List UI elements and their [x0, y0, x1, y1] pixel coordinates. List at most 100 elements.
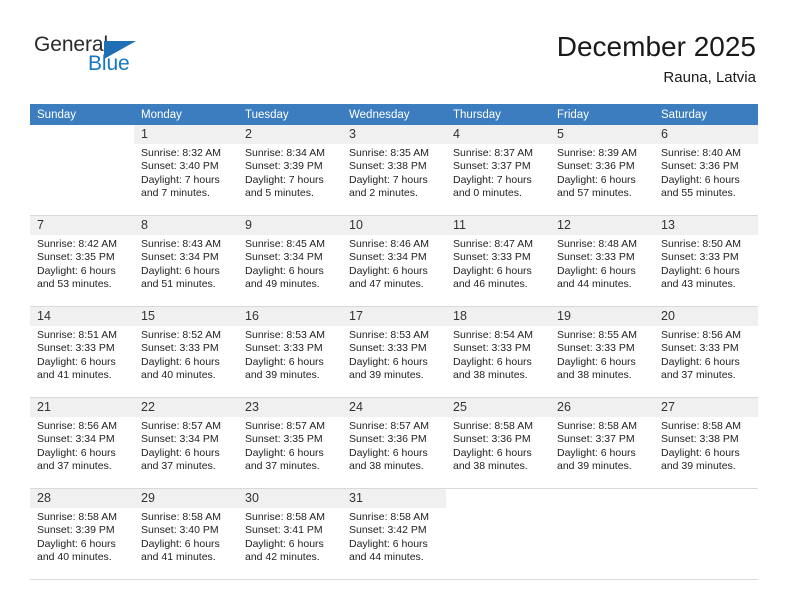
page-title: December 2025 [556, 31, 756, 62]
calendar-day-cell[interactable]: 14 Sunrise: 8:51 AM Sunset: 3:33 PM Dayligh… [30, 306, 134, 398]
sunrise-text: Sunrise: 8:47 AM [453, 238, 533, 250]
calendar-day-cell[interactable]: 16 Sunrise: 8:53 AM Sunset: 3:33 PM Dayligh… [238, 306, 342, 398]
day-number: 27 [654, 398, 758, 417]
daylight-text-line2: and 46 minutes. [453, 277, 528, 290]
sunrise-text: Sunrise: 8:34 AM [245, 147, 325, 159]
sunrise-text: Sunrise: 8:43 AM [141, 238, 221, 250]
weekday-header-tuesday: Tuesday [238, 104, 342, 125]
calendar-day-cell[interactable]: 30 Sunrise: 8:58 AM Sunset: 3:41 PM Dayligh… [238, 488, 342, 580]
calendar-day-cell[interactable]: 31 Sunrise: 8:58 AM Sunset: 3:42 PM Dayligh… [342, 488, 446, 580]
day-number: 29 [134, 489, 238, 508]
calendar-day-cell[interactable]: 18 Sunrise: 8:54 AM Sunset: 3:33 PM Dayligh… [446, 306, 550, 398]
calendar-day-cell[interactable]: 27 Sunrise: 8:58 AM Sunset: 3:38 PM Dayligh… [654, 397, 758, 489]
daylight-text-line1: Daylight: 6 hours [557, 173, 636, 186]
daylight-text-line2: and 41 minutes. [37, 368, 112, 381]
daylight-text-line2: and 40 minutes. [37, 550, 112, 563]
calendar-day-cell[interactable]: 15 Sunrise: 8:52 AM Sunset: 3:33 PM Dayligh… [134, 306, 238, 398]
day-sun-info: Sunrise: 8:53 AM Sunset: 3:33 PM Daylight:… [342, 326, 446, 382]
sunrise-text: Sunrise: 8:53 AM [245, 329, 325, 341]
calendar-week-row: 28 Sunrise: 8:58 AM Sunset: 3:39 PM Dayligh… [30, 488, 758, 580]
calendar-day-cell[interactable]: 11 Sunrise: 8:47 AM Sunset: 3:33 PM Dayligh… [446, 215, 550, 307]
sunset-text: Sunset: 3:34 PM [141, 251, 219, 264]
daylight-text-line2: and 41 minutes. [141, 550, 216, 563]
day-number: 25 [446, 398, 550, 417]
daylight-text-line1: Daylight: 6 hours [661, 355, 740, 368]
day-cell-content: 9 Sunrise: 8:45 AM Sunset: 3:34 PM Daylight… [238, 216, 342, 306]
day-sun-info: Sunrise: 8:50 AM Sunset: 3:33 PM Daylight:… [654, 235, 758, 291]
sunrise-text: Sunrise: 8:56 AM [661, 329, 741, 341]
calendar-day-cell[interactable]: 22 Sunrise: 8:57 AM Sunset: 3:34 PM Dayligh… [134, 397, 238, 489]
brand-logo[interactable]: General Blue [34, 33, 214, 83]
sunrise-text: Sunrise: 8:58 AM [557, 420, 637, 432]
calendar-day-cell[interactable]: 21 Sunrise: 8:56 AM Sunset: 3:34 PM Dayligh… [30, 397, 134, 489]
daylight-text-line1: Daylight: 7 hours [453, 173, 532, 186]
sunset-text: Sunset: 3:33 PM [453, 342, 531, 355]
daylight-text-line2: and 37 minutes. [37, 459, 112, 472]
calendar-day-cell[interactable]: 20 Sunrise: 8:56 AM Sunset: 3:33 PM Dayligh… [654, 306, 758, 398]
sunset-text: Sunset: 3:40 PM [141, 524, 219, 537]
sunrise-text: Sunrise: 8:58 AM [453, 420, 533, 432]
day-number: 12 [550, 216, 654, 235]
calendar-day-cell[interactable]: 17 Sunrise: 8:53 AM Sunset: 3:33 PM Dayligh… [342, 306, 446, 398]
daylight-text-line2: and 39 minutes. [661, 459, 736, 472]
calendar-day-cell[interactable]: 19 Sunrise: 8:55 AM Sunset: 3:33 PM Dayligh… [550, 306, 654, 398]
daylight-text-line2: and 39 minutes. [557, 459, 632, 472]
calendar-day-cell[interactable]: 28 Sunrise: 8:58 AM Sunset: 3:39 PM Dayligh… [30, 488, 134, 580]
daylight-text-line2: and 37 minutes. [141, 459, 216, 472]
day-sun-info: Sunrise: 8:42 AM Sunset: 3:35 PM Daylight:… [30, 235, 134, 291]
day-sun-info: Sunrise: 8:53 AM Sunset: 3:33 PM Daylight:… [238, 326, 342, 382]
weekday-header-saturday: Saturday [654, 104, 758, 125]
calendar-day-cell[interactable]: 23 Sunrise: 8:57 AM Sunset: 3:35 PM Dayligh… [238, 397, 342, 489]
daylight-text-line1: Daylight: 6 hours [453, 355, 532, 368]
calendar-day-cell[interactable]: 24 Sunrise: 8:57 AM Sunset: 3:36 PM Dayligh… [342, 397, 446, 489]
day-cell-content: 7 Sunrise: 8:42 AM Sunset: 3:35 PM Daylight… [30, 216, 134, 306]
brand-name-blue: Blue [88, 52, 130, 75]
calendar-day-cell[interactable]: 3 Sunrise: 8:35 AM Sunset: 3:38 PM Daylight… [342, 125, 446, 216]
calendar-cell-empty [446, 488, 550, 580]
day-sun-info: Sunrise: 8:56 AM Sunset: 3:33 PM Daylight:… [654, 326, 758, 382]
calendar-day-cell[interactable]: 29 Sunrise: 8:58 AM Sunset: 3:40 PM Dayligh… [134, 488, 238, 580]
sunrise-text: Sunrise: 8:58 AM [349, 511, 429, 523]
daylight-text-line2: and 43 minutes. [661, 277, 736, 290]
sunset-text: Sunset: 3:33 PM [349, 342, 427, 355]
calendar-day-cell[interactable]: 26 Sunrise: 8:58 AM Sunset: 3:37 PM Dayligh… [550, 397, 654, 489]
day-cell-content: 1 Sunrise: 8:32 AM Sunset: 3:40 PM Daylight… [134, 125, 238, 215]
day-sun-info: Sunrise: 8:58 AM Sunset: 3:36 PM Daylight:… [446, 417, 550, 473]
day-cell-content: 22 Sunrise: 8:57 AM Sunset: 3:34 PM Dayligh… [134, 398, 238, 488]
daylight-text-line2: and 38 minutes. [349, 459, 424, 472]
sunrise-text: Sunrise: 8:54 AM [453, 329, 533, 341]
calendar-day-cell[interactable]: 12 Sunrise: 8:48 AM Sunset: 3:33 PM Dayligh… [550, 215, 654, 307]
day-number: 9 [238, 216, 342, 235]
page-subtitle: Rauna, Latvia [663, 69, 756, 86]
calendar-day-cell[interactable]: 13 Sunrise: 8:50 AM Sunset: 3:33 PM Dayligh… [654, 215, 758, 307]
calendar-day-cell[interactable]: 6 Sunrise: 8:40 AM Sunset: 3:36 PM Daylight… [654, 125, 758, 216]
day-sun-info: Sunrise: 8:58 AM Sunset: 3:42 PM Daylight:… [342, 508, 446, 564]
calendar-day-cell[interactable]: 4 Sunrise: 8:37 AM Sunset: 3:37 PM Daylight… [446, 125, 550, 216]
sunrise-text: Sunrise: 8:48 AM [557, 238, 637, 250]
sunrise-text: Sunrise: 8:57 AM [349, 420, 429, 432]
daylight-text-line1: Daylight: 6 hours [245, 264, 324, 277]
day-cell-content: 25 Sunrise: 8:58 AM Sunset: 3:36 PM Dayligh… [446, 398, 550, 488]
calendar-day-cell[interactable]: 1 Sunrise: 8:32 AM Sunset: 3:40 PM Daylight… [134, 125, 238, 216]
calendar-day-cell[interactable]: 8 Sunrise: 8:43 AM Sunset: 3:34 PM Daylight… [134, 215, 238, 307]
day-sun-info: Sunrise: 8:37 AM Sunset: 3:37 PM Daylight:… [446, 144, 550, 200]
sunrise-text: Sunrise: 8:50 AM [661, 238, 741, 250]
day-number: 1 [134, 125, 238, 144]
day-number: 10 [342, 216, 446, 235]
day-cell-content: 28 Sunrise: 8:58 AM Sunset: 3:39 PM Dayligh… [30, 489, 134, 579]
calendar-day-cell[interactable]: 9 Sunrise: 8:45 AM Sunset: 3:34 PM Daylight… [238, 215, 342, 307]
calendar-day-cell[interactable]: 7 Sunrise: 8:42 AM Sunset: 3:35 PM Daylight… [30, 215, 134, 307]
calendar-day-cell[interactable]: 5 Sunrise: 8:39 AM Sunset: 3:36 PM Daylight… [550, 125, 654, 216]
daylight-text-line2: and 37 minutes. [661, 368, 736, 381]
day-number: 18 [446, 307, 550, 326]
calendar-day-cell[interactable]: 25 Sunrise: 8:58 AM Sunset: 3:36 PM Dayligh… [446, 397, 550, 489]
calendar-day-cell[interactable]: 10 Sunrise: 8:46 AM Sunset: 3:34 PM Dayligh… [342, 215, 446, 307]
calendar-day-cell[interactable]: 2 Sunrise: 8:34 AM Sunset: 3:39 PM Daylight… [238, 125, 342, 216]
day-sun-info: Sunrise: 8:57 AM Sunset: 3:35 PM Daylight:… [238, 417, 342, 473]
day-number: 5 [550, 125, 654, 144]
day-sun-info: Sunrise: 8:45 AM Sunset: 3:34 PM Daylight:… [238, 235, 342, 291]
sunrise-text: Sunrise: 8:58 AM [661, 420, 741, 432]
day-sun-info: Sunrise: 8:58 AM Sunset: 3:41 PM Daylight:… [238, 508, 342, 564]
daylight-text-line2: and 39 minutes. [245, 368, 320, 381]
sunset-text: Sunset: 3:36 PM [557, 160, 635, 173]
